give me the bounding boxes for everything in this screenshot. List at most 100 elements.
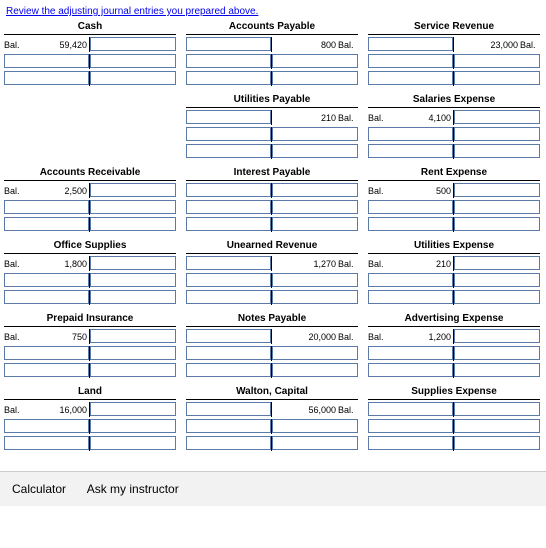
debit-input[interactable] — [4, 363, 89, 377]
debit-input[interactable] — [368, 273, 453, 287]
debit-input[interactable] — [4, 217, 89, 231]
t-account-row: 800Bal. — [186, 37, 358, 52]
credit-input[interactable] — [454, 200, 540, 214]
account-title: Cash — [4, 21, 176, 35]
credit-input[interactable] — [90, 54, 176, 68]
debit-input[interactable] — [186, 183, 271, 197]
credit-input[interactable] — [454, 256, 540, 270]
debit-input[interactable] — [368, 436, 453, 450]
credit-input[interactable] — [90, 419, 176, 433]
account-title: Advertising Expense — [368, 313, 540, 327]
credit-input[interactable] — [90, 346, 176, 360]
t-account-row — [368, 436, 540, 451]
debit-input[interactable] — [4, 71, 89, 85]
debit-input[interactable] — [4, 436, 89, 450]
account-notes-payable: Notes Payable20,000Bal. — [186, 313, 358, 380]
credit-input[interactable] — [272, 54, 358, 68]
credit-input[interactable] — [90, 273, 176, 287]
credit-input[interactable] — [90, 200, 176, 214]
debit-input[interactable] — [186, 273, 271, 287]
credit-input[interactable] — [454, 71, 540, 85]
debit-input[interactable] — [186, 256, 271, 270]
debit-input[interactable] — [186, 419, 271, 433]
ask-instructor-button[interactable]: Ask my instructor — [87, 482, 179, 496]
debit-input[interactable] — [368, 363, 453, 377]
debit-input[interactable] — [186, 200, 271, 214]
debit-input[interactable] — [4, 200, 89, 214]
debit-input[interactable] — [4, 273, 89, 287]
debit-input[interactable] — [186, 436, 271, 450]
credit-input[interactable] — [272, 419, 358, 433]
credit-input[interactable] — [272, 217, 358, 231]
credit-input[interactable] — [272, 71, 358, 85]
debit-input[interactable] — [4, 346, 89, 360]
credit-input[interactable] — [272, 363, 358, 377]
credit-input[interactable] — [454, 363, 540, 377]
debit-amount: 1,800 — [22, 256, 89, 271]
credit-input[interactable] — [272, 183, 358, 197]
credit-input[interactable] — [90, 290, 176, 304]
credit-input[interactable] — [272, 273, 358, 287]
credit-input[interactable] — [454, 144, 540, 158]
debit-input[interactable] — [4, 290, 89, 304]
credit-input[interactable] — [272, 346, 358, 360]
credit-input[interactable] — [454, 402, 540, 416]
t-account-row — [4, 290, 176, 305]
credit-input[interactable] — [90, 256, 176, 270]
credit-input[interactable] — [272, 436, 358, 450]
debit-input[interactable] — [368, 37, 453, 51]
debit-input[interactable] — [368, 346, 453, 360]
credit-input[interactable] — [454, 127, 540, 141]
debit-input[interactable] — [368, 144, 453, 158]
credit-input[interactable] — [272, 200, 358, 214]
debit-input[interactable] — [186, 217, 271, 231]
calculator-button[interactable]: Calculator — [12, 482, 66, 496]
debit-input[interactable] — [186, 144, 271, 158]
debit-input[interactable] — [186, 71, 271, 85]
credit-input[interactable] — [90, 217, 176, 231]
credit-input[interactable] — [90, 329, 176, 343]
debit-input[interactable] — [368, 217, 453, 231]
debit-input[interactable] — [186, 363, 271, 377]
debit-input[interactable] — [186, 402, 271, 416]
credit-input[interactable] — [90, 363, 176, 377]
credit-input[interactable] — [272, 144, 358, 158]
debit-input[interactable] — [186, 110, 271, 124]
debit-input[interactable] — [186, 37, 271, 51]
credit-input[interactable] — [272, 290, 358, 304]
credit-input[interactable] — [90, 183, 176, 197]
credit-input[interactable] — [90, 436, 176, 450]
debit-input[interactable] — [368, 290, 453, 304]
credit-input[interactable] — [90, 402, 176, 416]
debit-input[interactable] — [368, 402, 453, 416]
t-account-row — [4, 363, 176, 378]
credit-input[interactable] — [454, 436, 540, 450]
credit-input[interactable] — [454, 329, 540, 343]
credit-input[interactable] — [90, 37, 176, 51]
credit-input[interactable] — [454, 290, 540, 304]
debit-input[interactable] — [368, 200, 453, 214]
credit-input[interactable] — [454, 419, 540, 433]
debit-input[interactable] — [186, 54, 271, 68]
credit-input[interactable] — [454, 346, 540, 360]
credit-input[interactable] — [454, 183, 540, 197]
debit-input[interactable] — [368, 419, 453, 433]
debit-input[interactable] — [186, 329, 271, 343]
debit-input[interactable] — [186, 290, 271, 304]
debit-input[interactable] — [4, 419, 89, 433]
credit-input[interactable] — [454, 54, 540, 68]
t-accounts-grid: CashBal.59,420 Accounts Payable800Bal. S… — [0, 17, 546, 463]
credit-input[interactable] — [454, 273, 540, 287]
t-account-row — [186, 127, 358, 142]
debit-input[interactable] — [186, 127, 271, 141]
credit-input[interactable] — [454, 110, 540, 124]
debit-input[interactable] — [368, 127, 453, 141]
debit-input[interactable] — [186, 346, 271, 360]
debit-input[interactable] — [368, 71, 453, 85]
credit-input[interactable] — [272, 127, 358, 141]
credit-input[interactable] — [90, 71, 176, 85]
review-entries-link[interactable]: Review the adjusting journal entries you… — [0, 0, 258, 17]
credit-input[interactable] — [454, 217, 540, 231]
debit-input[interactable] — [368, 54, 453, 68]
debit-input[interactable] — [4, 54, 89, 68]
